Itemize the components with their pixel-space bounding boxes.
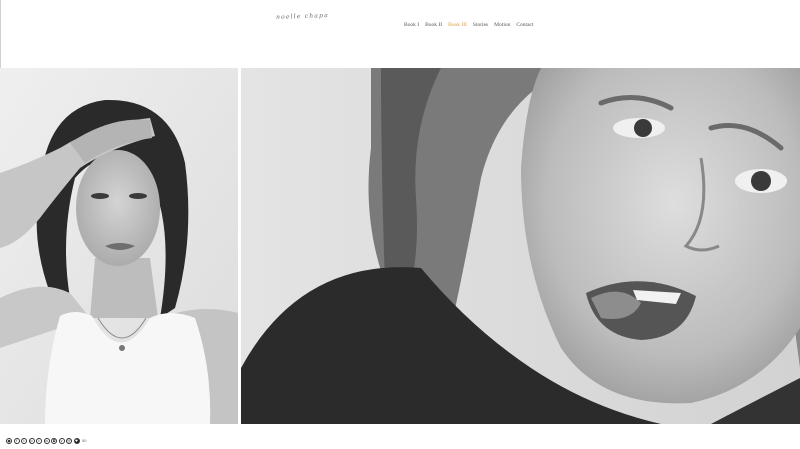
nav-item-stories[interactable]: Stories [473,21,488,29]
woman-sticking-out-tongue-photo [241,68,800,424]
email-icon[interactable]: @ [66,438,72,444]
circle-icon[interactable]: ● [6,438,12,444]
gallery-photo-right[interactable] [241,68,800,424]
left-edge-rule [0,0,1,68]
linkedin-icon[interactable]: in [43,438,50,444]
woman-with-hand-on-forehead-photo [0,68,238,424]
facebook-icon[interactable]: f [13,438,20,444]
nav-item-motion[interactable]: Motion [494,21,510,29]
instagram-icon[interactable]: ◘ [51,438,57,444]
heart-icon[interactable]: ♥ [73,438,80,444]
nav-item-book-i[interactable]: Book I [404,21,419,29]
social-links: ● f t p t in ◘ v @ ♥ 00 [6,438,86,444]
gallery-photo-left[interactable] [0,68,238,424]
nav-item-contact[interactable]: Contact [516,21,533,29]
tumblr-icon[interactable]: t [36,438,42,444]
nav-item-book-ii[interactable]: Book II [425,21,442,29]
site-logo[interactable]: noelle chapa [276,12,329,21]
nav-item-book-iii[interactable]: Book III [448,21,467,29]
twitter-icon[interactable]: t [21,438,27,444]
vimeo-icon[interactable]: v [58,438,65,444]
main-navigation: Book I Book II Book III Stories Motion C… [404,21,533,29]
social-trailing-text: 00 [82,439,87,443]
pinterest-icon[interactable]: p [28,438,35,444]
